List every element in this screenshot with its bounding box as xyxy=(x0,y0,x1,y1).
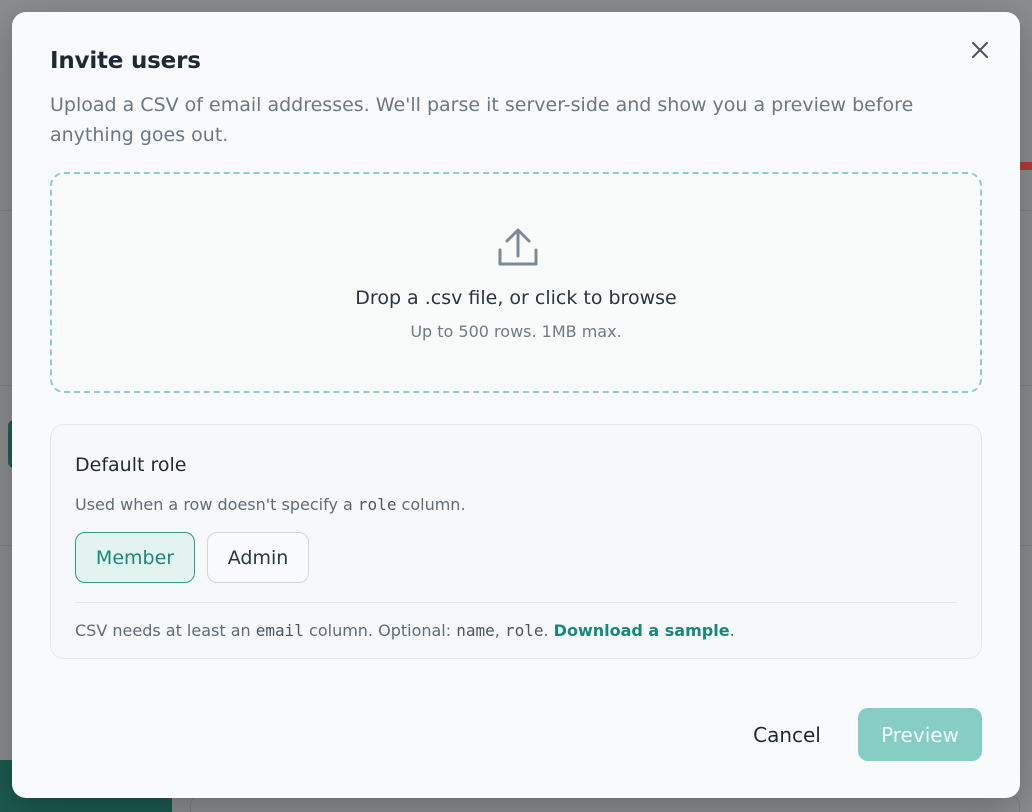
dropzone-title: Drop a .csv file, or click to browse xyxy=(355,287,677,309)
help-suffix: column. xyxy=(401,495,466,514)
csv-dropzone[interactable]: Drop a .csv file, or click to browse Up … xyxy=(50,172,982,393)
invite-users-modal: Invite users Upload a CSV of email addre… xyxy=(12,12,1020,798)
req-prefix: CSV needs at least an xyxy=(75,621,251,640)
bg-divider xyxy=(1020,545,1032,546)
close-button[interactable] xyxy=(968,38,992,62)
req-period: . xyxy=(543,621,549,640)
default-role-help: Used when a row doesn't specify a role c… xyxy=(75,495,466,514)
req-role-code: role xyxy=(504,621,544,640)
default-role-card: Default role Used when a row doesn't spe… xyxy=(50,424,982,659)
req-comma: , xyxy=(494,621,500,640)
bg-divider xyxy=(1020,210,1032,211)
bg-divider xyxy=(0,210,12,211)
bg-divider xyxy=(0,385,12,386)
role-option-member[interactable]: Member xyxy=(75,532,195,583)
help-prefix: Used when a row doesn't specify a xyxy=(75,495,353,514)
bg-status-strip xyxy=(1020,162,1032,170)
upload-icon xyxy=(498,228,538,266)
dropzone-hint: Up to 500 rows. 1MB max. xyxy=(410,322,622,341)
req-end: . xyxy=(729,621,735,640)
req-name-code: name xyxy=(456,621,495,640)
cancel-button[interactable]: Cancel xyxy=(734,708,840,761)
help-role-code: role xyxy=(357,495,397,514)
bg-divider xyxy=(1020,385,1032,386)
csv-requirements: CSV needs at least an email column. Opti… xyxy=(75,621,735,640)
preview-button[interactable]: Preview xyxy=(858,708,982,761)
role-option-admin[interactable]: Admin xyxy=(207,532,309,583)
modal-subtitle: Upload a CSV of email addresses. We'll p… xyxy=(50,94,914,146)
bg-divider xyxy=(0,545,12,546)
download-sample-link[interactable]: Download a sample xyxy=(554,621,730,640)
req-email-code: email xyxy=(255,621,304,640)
default-role-label: Default role xyxy=(75,454,187,476)
role-divider xyxy=(75,602,957,603)
close-icon xyxy=(972,42,988,58)
req-middle: column. Optional: xyxy=(309,621,452,640)
modal-title: Invite users xyxy=(50,48,201,74)
